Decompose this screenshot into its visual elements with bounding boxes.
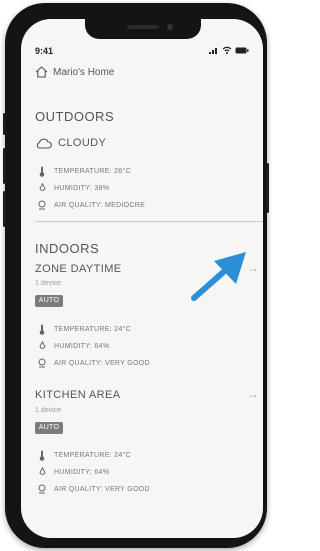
- water-drop-icon: [38, 467, 46, 475]
- zone-name: ZONE DAYTIME: [35, 263, 122, 275]
- front-camera: [167, 24, 173, 30]
- zone-humidity: HUMIDITY: 64%: [37, 341, 109, 351]
- home-label: Mario's Home: [53, 66, 115, 78]
- zone-temperature-label: TEMPERATURE: 24°C: [54, 326, 132, 333]
- weather-condition: CLOUDY: [35, 137, 106, 149]
- outdoor-temperature: TEMPERATURE: 26°C: [37, 166, 131, 177]
- mode-badge: AUTO: [35, 422, 63, 434]
- status-icons: [209, 46, 249, 54]
- outdoor-air-quality: AIR QUALITY: MEDIOCRE: [37, 200, 145, 210]
- mute-switch: [3, 113, 6, 135]
- zone-temperature: TEMPERATURE: 24°C: [37, 450, 131, 461]
- outdoor-air-quality-label: AIR QUALITY: MEDIOCRE: [54, 201, 146, 209]
- indoors-title: INDOORS: [35, 241, 100, 256]
- cloud-icon: [36, 138, 52, 149]
- arrow-right-icon[interactable]: →: [247, 387, 259, 401]
- air-quality-icon: [38, 484, 46, 494]
- outdoor-humidity-label: HUMIDITY: 38%: [54, 184, 110, 192]
- zone-air-quality: AIR QUALITY: VERY GOOD: [37, 484, 150, 494]
- zone-humidity-label: HUMIDITY: 64%: [54, 468, 110, 476]
- pointer-arrow-icon: [191, 252, 246, 301]
- power-button: [266, 163, 269, 213]
- section-divider: [35, 221, 263, 222]
- thermometer-icon: [39, 324, 45, 335]
- volume-down-button: [3, 191, 6, 227]
- zone-device-count: 1 device: [35, 407, 62, 414]
- signal-icon: [209, 47, 217, 54]
- wifi-icon: [222, 46, 232, 54]
- outdoors-title: OUTDOORS: [35, 109, 115, 124]
- volume-up-button: [3, 148, 6, 184]
- battery-icon: [235, 47, 249, 53]
- weather-condition-label: CLOUDY: [58, 137, 107, 149]
- zone-device-count: 1 device: [35, 280, 62, 287]
- thermometer-icon: [39, 166, 45, 177]
- zone-humidity: HUMIDITY: 64%: [37, 467, 109, 477]
- outdoor-humidity: HUMIDITY: 38%: [37, 183, 109, 193]
- zone-temperature: TEMPERATURE: 24°C: [37, 324, 131, 335]
- zone-temperature-label: TEMPERATURE: 24°C: [54, 452, 132, 459]
- water-drop-icon: [38, 183, 46, 191]
- zone-air-quality-label: AIR QUALITY: VERY GOOD: [54, 485, 150, 493]
- outdoor-temperature-label: TEMPERATURE: 26°C: [54, 168, 132, 175]
- status-time: 9:41: [35, 46, 54, 56]
- zone-name: KITCHEN AREA: [35, 389, 121, 401]
- notch: [85, 19, 201, 39]
- water-drop-icon: [38, 341, 46, 349]
- zone-air-quality-label: AIR QUALITY: VERY GOOD: [54, 359, 150, 367]
- zone-air-quality: AIR QUALITY: VERY GOOD: [37, 358, 150, 368]
- thermometer-icon: [39, 450, 45, 461]
- speaker-grille: [127, 25, 159, 29]
- mode-badge: AUTO: [35, 295, 63, 307]
- zone-humidity-label: HUMIDITY: 64%: [54, 342, 110, 350]
- air-quality-icon: [38, 200, 46, 210]
- home-icon: [35, 66, 48, 78]
- home-selector[interactable]: Mario's Home: [35, 66, 114, 78]
- status-bar: 9:41: [35, 46, 249, 60]
- air-quality-icon: [38, 358, 46, 368]
